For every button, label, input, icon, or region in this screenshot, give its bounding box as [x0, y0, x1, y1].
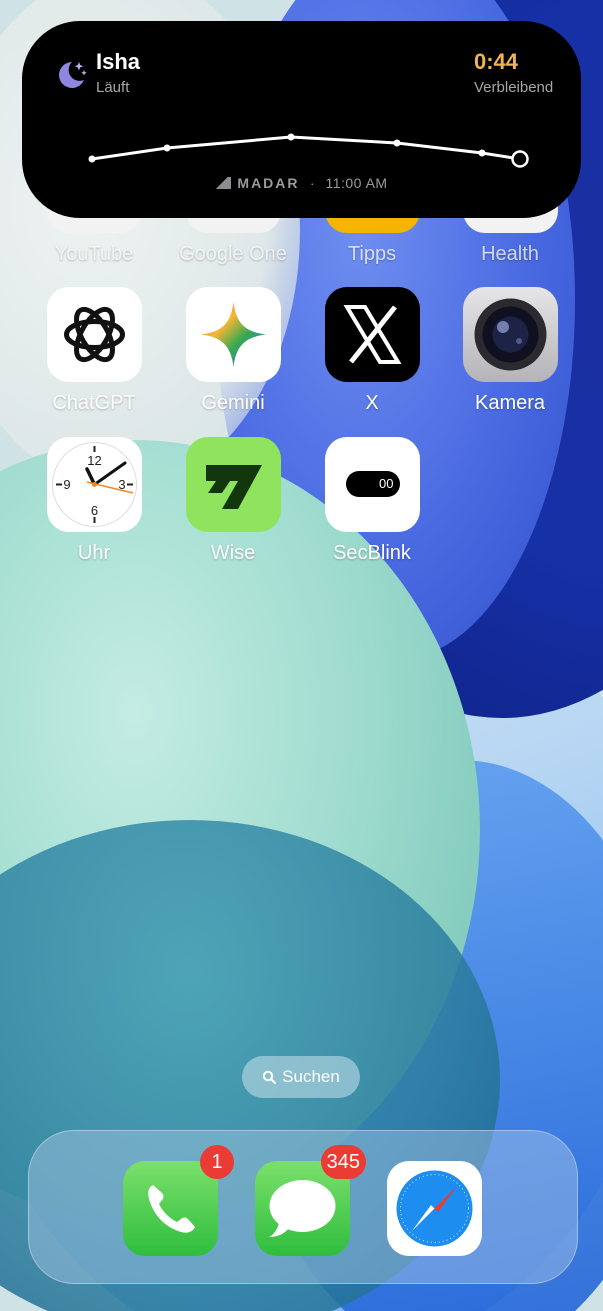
activity-footer: MADAR · 11:00 AM [22, 175, 581, 191]
home-screen: YouTube Google One Tipps Health Isha Läu… [0, 0, 603, 1311]
dock-app-messages[interactable]: 345 [255, 1145, 366, 1256]
wise-icon [185, 437, 281, 532]
activity-time: 11:00 AM [325, 175, 388, 191]
app-label: YouTube [54, 243, 134, 265]
clock-numeral: 12 [87, 453, 101, 468]
x-icon [324, 287, 420, 382]
app-secblink[interactable]: 00 SecBlink [307, 437, 437, 565]
camera-icon [462, 287, 558, 382]
app-label: Uhr [77, 542, 111, 564]
chatgpt-icon [46, 287, 142, 382]
safari-compass-icon [396, 1170, 473, 1247]
search-icon [262, 1070, 277, 1084]
secblink-icon: 00 [324, 437, 420, 532]
app-label: X [365, 392, 379, 414]
clock-numeral: 6 [90, 503, 97, 518]
app-label: Health [481, 243, 539, 265]
app-x[interactable]: X [307, 287, 437, 415]
app-label: Google One [179, 243, 287, 265]
app-label: SecBlink [333, 542, 411, 564]
notification-badge: 1 [200, 1145, 234, 1179]
notification-badge: 345 [320, 1145, 366, 1179]
app-kamera[interactable]: Kamera [445, 287, 575, 415]
app-chatgpt[interactable]: ChatGPT [29, 287, 159, 415]
phone-icon [148, 1185, 195, 1233]
app-uhr[interactable]: 12 3 6 9 Uhr [29, 437, 159, 565]
clock-icon: 12 3 6 9 [46, 437, 142, 532]
live-activity[interactable]: Isha Läuft 0:44 Verbleibend MADAR · 11:0… [22, 21, 581, 218]
separator: · [309, 175, 316, 191]
app-wise[interactable]: Wise [168, 437, 298, 565]
search-label: Suchen [282, 1067, 340, 1086]
app-label: ChatGPT [52, 392, 136, 414]
brand-name: MADAR [237, 175, 300, 191]
clock-numeral: 9 [63, 477, 70, 492]
dock-app-safari[interactable] [387, 1161, 482, 1256]
secblink-pill: 00 [345, 471, 400, 497]
dock: 1 345 [28, 1130, 578, 1284]
app-label: Wise [210, 542, 256, 564]
app-label: Tipps [347, 243, 397, 265]
app-label: Kamera [474, 392, 546, 414]
madar-logo-icon [215, 177, 232, 189]
search-button[interactable]: Suchen [242, 1056, 360, 1098]
dock-app-phone[interactable]: 1 [123, 1145, 234, 1256]
app-gemini[interactable]: Gemini [168, 287, 298, 415]
app-label: Gemini [201, 392, 265, 414]
gemini-icon [185, 287, 281, 382]
